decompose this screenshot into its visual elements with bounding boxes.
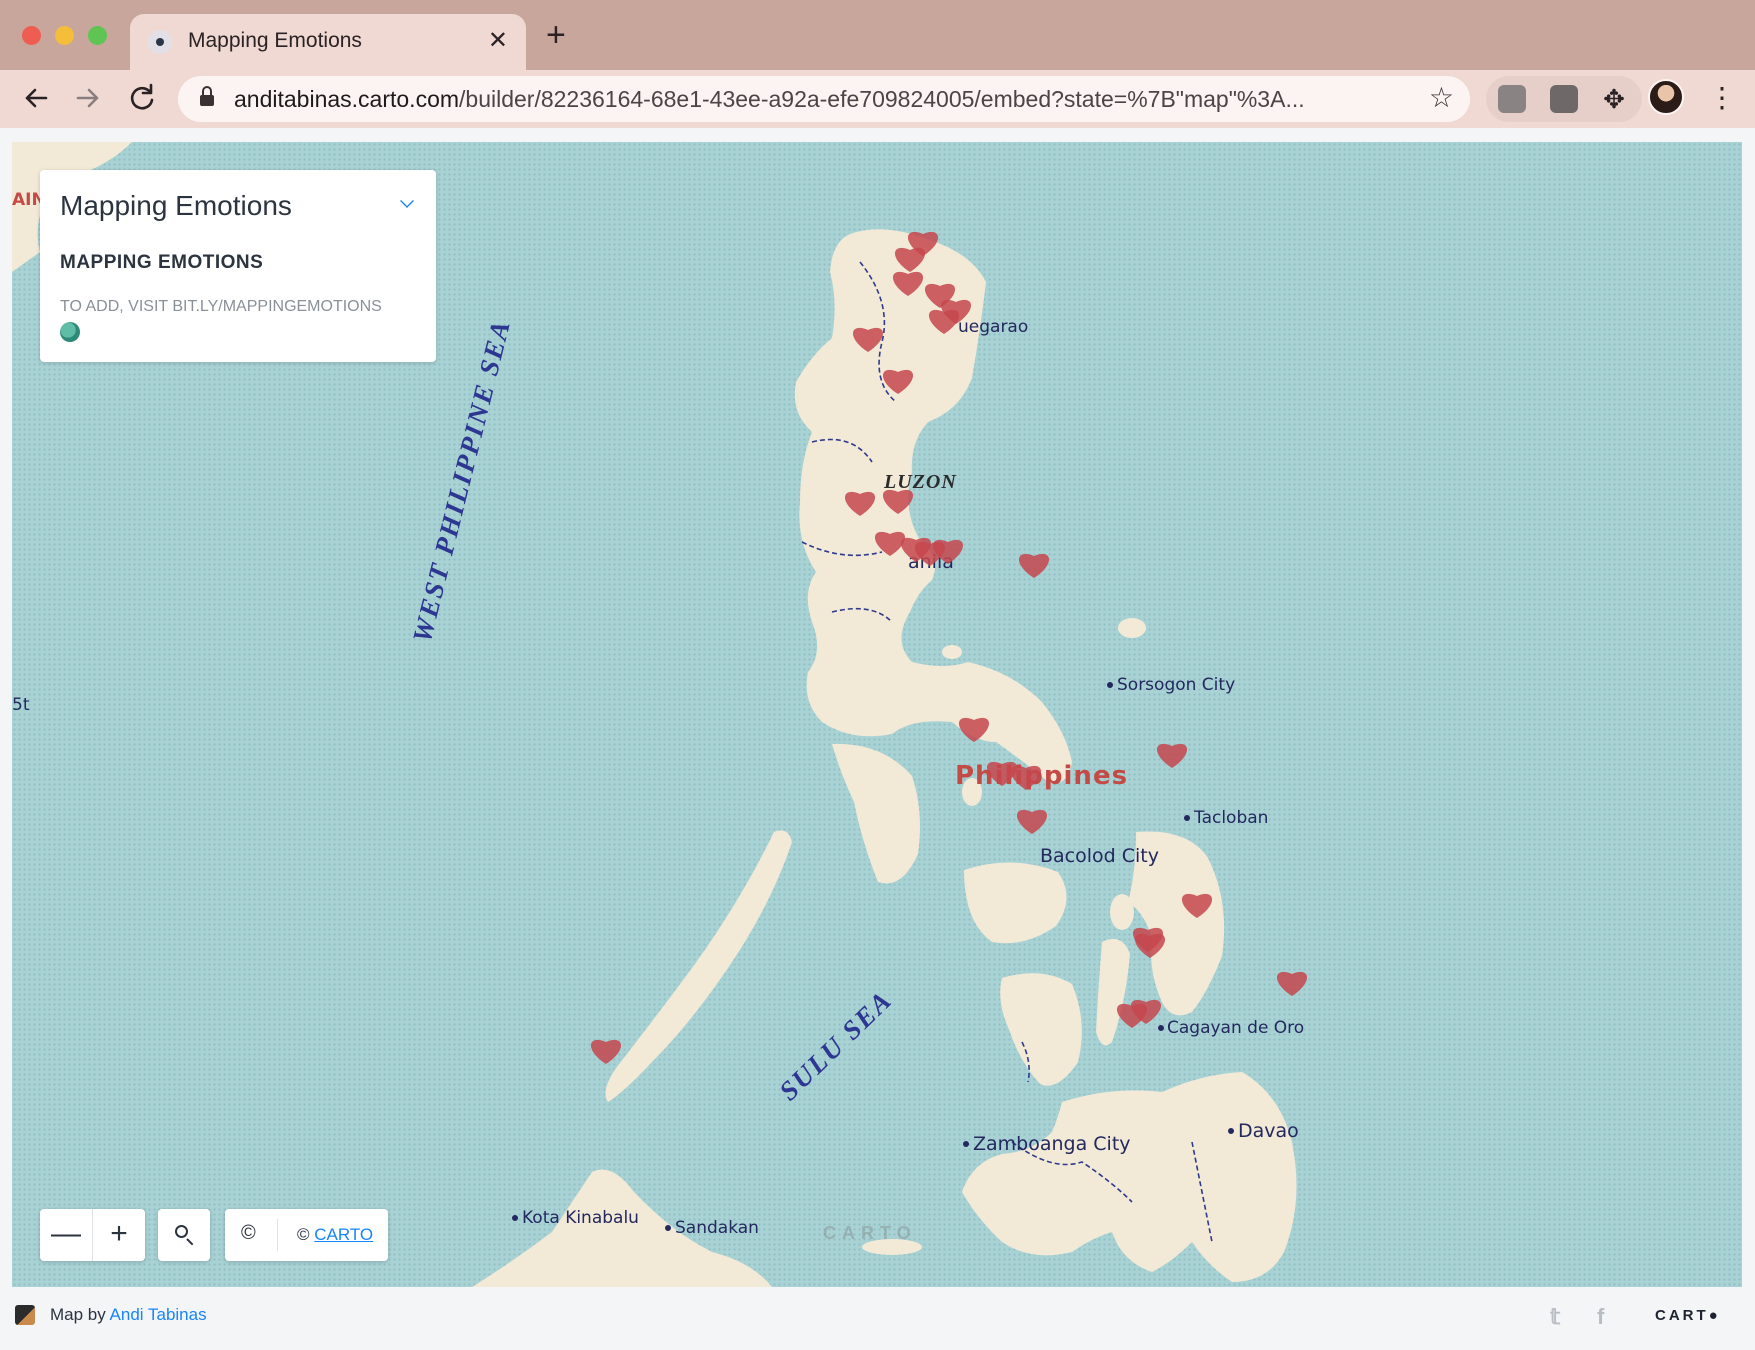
chevron-down-icon[interactable] xyxy=(400,194,414,208)
land-island xyxy=(942,645,962,659)
zoom-controls: — + xyxy=(40,1209,145,1261)
land-mindoro xyxy=(832,743,920,884)
attribution-control: © © CARTO xyxy=(225,1209,388,1261)
land-island xyxy=(1118,618,1146,638)
extensions-area: ✥ xyxy=(1486,76,1642,122)
zoom-out-button[interactable]: — xyxy=(40,1209,92,1261)
carto-attribution-link[interactable]: CARTO xyxy=(314,1225,373,1244)
twitter-icon[interactable]: 𝕥 xyxy=(1550,1304,1560,1330)
close-window-button[interactable] xyxy=(22,26,41,45)
attribution-text: © CARTO xyxy=(297,1225,374,1244)
profile-avatar[interactable] xyxy=(1648,79,1684,115)
legend-title: Mapping Emotions xyxy=(60,190,292,221)
land-cebu xyxy=(1096,938,1130,1046)
kebab-menu-icon[interactable]: ⋮ xyxy=(1708,80,1736,116)
sea-label-sulu: SULU SEA xyxy=(773,984,898,1106)
new-tab-button[interactable]: + xyxy=(546,18,566,52)
legend-panel: Mapping Emotions MAPPING EMOTIONS TO ADD… xyxy=(40,170,436,362)
heart-marker[interactable] xyxy=(1018,553,1050,578)
url-text[interactable]: anditabinas.carto.com/builder/82236164-6… xyxy=(234,86,1305,113)
back-button[interactable] xyxy=(18,80,54,116)
country-label-philippines: Philippines xyxy=(955,761,1128,791)
facebook-icon[interactable]: f xyxy=(1597,1304,1604,1330)
lock-icon xyxy=(200,86,214,107)
land-panay xyxy=(964,862,1067,944)
browser-toolbar: anditabinas.carto.com/builder/82236164-6… xyxy=(0,70,1755,128)
region-label-luzon: LUZON xyxy=(883,471,957,493)
minimize-window-button[interactable] xyxy=(55,26,74,45)
city-dot xyxy=(1228,1128,1234,1134)
sea-label-west-philippine: WEST PHILIPPINE SEA xyxy=(407,316,516,645)
heart-marker[interactable] xyxy=(1276,971,1308,996)
maximize-window-button[interactable] xyxy=(88,26,107,45)
city-dot xyxy=(1158,1025,1164,1031)
extension-copy-icon[interactable] xyxy=(1498,85,1526,113)
map-search-button[interactable] xyxy=(158,1209,210,1261)
city-dot xyxy=(512,1215,518,1221)
carto-watermark: CARTO xyxy=(823,1223,917,1243)
land-island xyxy=(1110,894,1134,930)
carto-favicon-icon xyxy=(148,30,172,54)
city-label-kota-kinabalu: Kota Kinabalu xyxy=(522,1208,639,1228)
legend-description: TO ADD, VISIT BIT.LY/MAPPINGEMOTIONS xyxy=(60,298,382,315)
city-label-zamboanga: Zamboanga City xyxy=(973,1133,1131,1155)
search-icon xyxy=(175,1225,188,1238)
attribution-divider xyxy=(277,1219,278,1251)
city-dot xyxy=(1107,682,1113,688)
extension-shield-icon[interactable] xyxy=(1550,85,1578,113)
city-label-bacolod: Bacolod City xyxy=(1040,845,1159,867)
city-label-sorsogon: Sorsogon City xyxy=(1117,675,1235,695)
carto-logo[interactable]: CART● xyxy=(1655,1307,1721,1324)
map-credit: Map by Andi Tabinas xyxy=(50,1305,207,1324)
land-palawan xyxy=(605,830,792,1102)
reload-button[interactable] xyxy=(124,80,160,116)
city-label-cagayan-de-oro: Cagayan de Oro xyxy=(1167,1018,1304,1038)
arrow-right-icon xyxy=(76,88,99,108)
globe-emoji-icon xyxy=(60,322,80,342)
copyright-icon[interactable]: © xyxy=(241,1222,256,1245)
address-bar[interactable]: anditabinas.carto.com/builder/82236164-6… xyxy=(178,76,1470,122)
city-label-tacloban: Tacloban xyxy=(1193,808,1268,828)
land-island xyxy=(1042,1014,1062,1030)
city-dot xyxy=(1184,815,1190,821)
city-dot xyxy=(963,1141,969,1147)
forward-button[interactable] xyxy=(70,80,106,116)
land-mindanao xyxy=(962,1072,1297,1282)
city-label-davao: Davao xyxy=(1238,1120,1299,1142)
bookmark-star-icon[interactable]: ☆ xyxy=(1429,82,1454,114)
city-label-tuguegarao: uegarao xyxy=(958,317,1028,337)
city-label-sandakan: Sandakan xyxy=(675,1218,759,1238)
land-negros xyxy=(1000,973,1082,1086)
heart-marker[interactable] xyxy=(1016,809,1048,834)
map-footer: Map by Andi Tabinas 𝕥 f CART● xyxy=(0,1288,1755,1350)
close-tab-icon[interactable]: ✕ xyxy=(488,26,508,56)
tab-title: Mapping Emotions xyxy=(188,29,362,52)
search-icon-handle xyxy=(186,1238,194,1246)
legend-subtitle: MAPPING EMOTIONS xyxy=(60,252,264,273)
city-dot xyxy=(665,1225,671,1231)
author-link[interactable]: Andi Tabinas xyxy=(110,1305,207,1324)
arrow-left-icon xyxy=(25,88,48,108)
reload-icon xyxy=(130,83,154,110)
browser-tabbar: Mapping Emotions ✕ + xyxy=(0,0,1755,70)
heart-marker[interactable] xyxy=(1156,743,1188,768)
heart-marker[interactable] xyxy=(590,1039,622,1064)
zoom-in-button[interactable]: + xyxy=(93,1209,145,1261)
map-edge-label: 5t xyxy=(12,695,30,715)
puzzle-icon[interactable]: ✥ xyxy=(1600,85,1628,113)
author-avatar xyxy=(15,1305,35,1325)
browser-tab[interactable]: Mapping Emotions ✕ xyxy=(130,14,526,70)
